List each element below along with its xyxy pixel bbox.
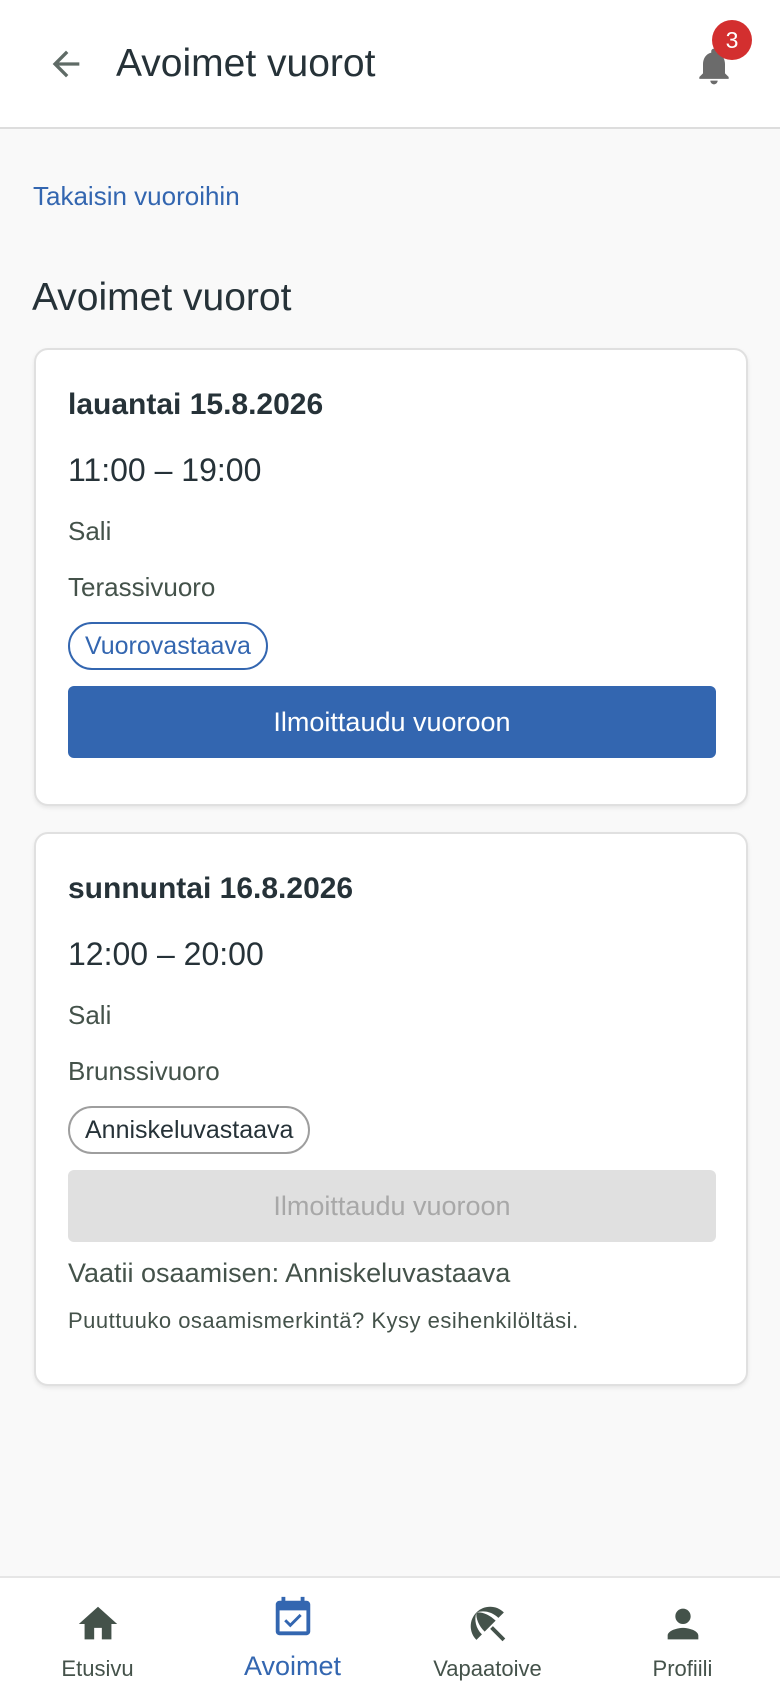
hint-text: Puuttuuko osaamismerkintä? Kysy esihenki… xyxy=(68,1308,579,1333)
shift-location: Sali xyxy=(68,516,112,546)
role-chip: Vuorovastaava xyxy=(68,622,268,670)
shift-card: sunnuntai 16.8.2026 12:00 – 20:00 Sali B… xyxy=(34,832,748,1386)
shift-date: lauantai 15.8.2026 xyxy=(68,388,324,421)
arrow-left-icon xyxy=(52,50,80,78)
sign-up-button-disabled: Ilmoittaudu vuoroon xyxy=(68,1170,716,1242)
person-icon xyxy=(659,1600,707,1648)
calendar-check-icon xyxy=(269,1594,317,1642)
shift-date: sunnuntai 16.8.2026 xyxy=(68,872,354,905)
shift-location: Sali xyxy=(68,1000,112,1030)
home-icon xyxy=(74,1600,122,1648)
back-button[interactable] xyxy=(38,36,94,92)
role-chip: Anniskeluvastaava xyxy=(68,1106,311,1154)
page-title: Avoimet vuorot xyxy=(32,276,292,319)
beach-umbrella-icon xyxy=(464,1600,512,1648)
requirement-text: Vaatii osaamisen: Anniskeluvastaava xyxy=(68,1258,511,1288)
shift-time: 12:00 – 20:00 xyxy=(68,936,264,972)
nav-item-profile[interactable]: Profiili xyxy=(585,1578,780,1688)
bottom-navigation: Etusivu Avoimet Vapaatoive Profiili xyxy=(0,1576,780,1688)
top-app-bar: Avoimet vuorot 3 xyxy=(0,0,780,129)
nav-label: Etusivu xyxy=(61,1656,134,1681)
shift-time: 11:00 – 19:00 xyxy=(68,452,262,488)
notification-badge: 3 xyxy=(712,20,752,60)
app-root: Avoimet vuorot 3 Takaisin vuoroihin Avoi… xyxy=(0,0,780,1688)
nav-item-open-shifts[interactable]: Avoimet xyxy=(195,1578,390,1688)
shift-type: Brunssivuoro xyxy=(68,1056,220,1086)
nav-label: Avoimet xyxy=(243,1651,342,1681)
nav-item-time-off-request[interactable]: Vapaatoive xyxy=(390,1578,585,1688)
shift-type: Terassivuoro xyxy=(68,572,216,602)
nav-label: Vapaatoive xyxy=(433,1656,542,1681)
sign-up-button[interactable]: Ilmoittaudu vuoroon xyxy=(68,686,716,758)
nav-item-home[interactable]: Etusivu xyxy=(0,1578,195,1688)
back-to-shifts-link[interactable]: Takaisin vuoroihin xyxy=(33,181,240,212)
app-bar-title: Avoimet vuorot xyxy=(116,42,376,85)
nav-label: Profiili xyxy=(652,1656,713,1681)
shift-card: lauantai 15.8.2026 11:00 – 19:00 Sali Te… xyxy=(34,348,748,806)
